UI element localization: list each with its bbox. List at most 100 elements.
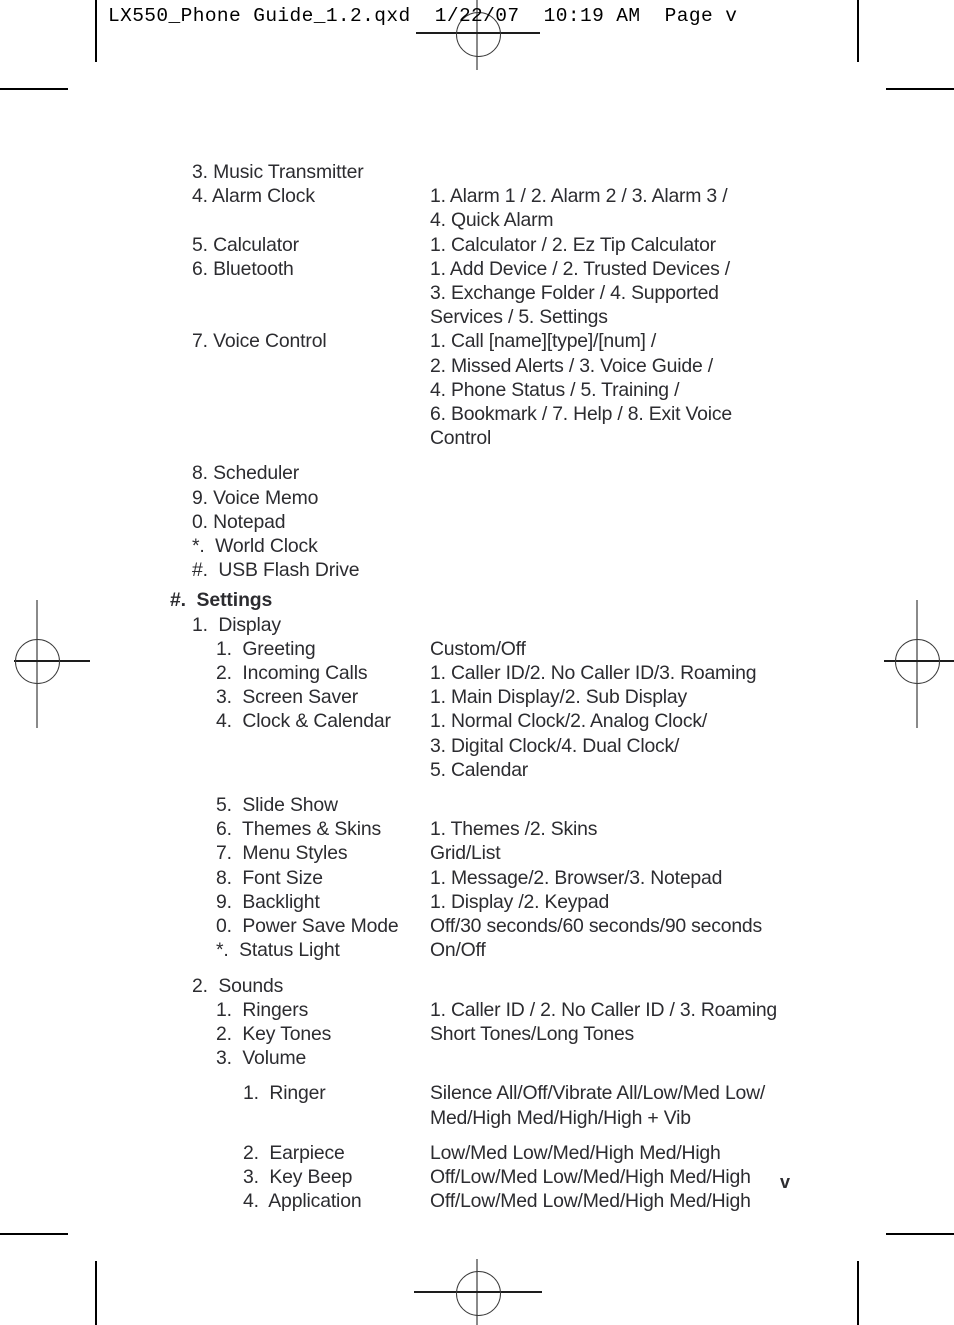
outline-row: 1. Ringers 1. Caller ID / 2. No Caller ID… [0,998,954,1022]
outline-row: 3. Exchange Folder / 4. Supported [0,281,954,305]
outline-row-label: 8. Font Size [216,866,323,889]
outline-row: Med/High Med/High/High + Vib [0,1106,954,1130]
outline-row-value: 4. Phone Status / 5. Training / [430,378,680,401]
outline-row-label [192,354,197,378]
outline-row-label: 3. Screen Saver [216,686,359,709]
outline-row-value: Med/High Med/High/High + Vib [430,1106,691,1129]
outline-row-value: On/Off [430,939,486,962]
outline-row-value: 4. Quick Alarm [430,209,554,232]
outline-row: 2. Earpiece Low/Med Low/Med/High Med/High [0,1141,954,1165]
outline-row: Control [0,426,954,450]
outline-row-value: 3. Digital Clock/4. Dual Clock/ [430,734,680,757]
outline-row: 4. Application Off/Low/Med Low/Med/High M… [0,1189,954,1213]
page-number: v [780,1172,791,1192]
outline-row-label: 9. Backlight [216,890,320,913]
outline-row-label: *. World Clock [192,535,318,558]
outline-row-value: Short Tones/Long Tones [430,1022,635,1045]
outline-row-label: #. Settings [170,589,273,612]
outline-row: 7. Voice Control 1. Call [name][type]/[nu… [0,329,954,353]
outline-row-label: 1. Ringers [216,998,309,1021]
outline-row-label: 5. Calculator [192,233,299,256]
outline-row: 6. Bluetooth 1. Add Device / 2. Trusted D… [0,257,954,281]
outline-row-label [192,426,197,450]
outline-row-label: *. Status Light [216,939,340,962]
outline-row-label: 6. Themes & Skins [216,818,382,841]
outline-row-value: 1. Display /2. Keypad [430,890,610,913]
outline-row: 3. Digital Clock/4. Dual Clock/ [0,734,954,758]
outline-row-value: 1. Caller ID/2. No Caller ID/3. Roaming [430,662,757,685]
outline-row: 1. Greeting Custom/Off [0,637,954,661]
outline-row-value: Low/Med Low/Med/High Med/High [430,1141,721,1164]
outline-row: 4. Alarm Clock 1. Alarm 1 / 2. Alarm 2 / … [0,184,954,208]
outline-row-value: Off/30 seconds/60 seconds/90 seconds [430,915,763,938]
outline-row-label: 0. Notepad [192,510,286,533]
outline-section-heading: #. Settings [0,588,954,612]
outline-row-value: 2. Missed Alerts / 3. Voice Guide / [430,354,713,377]
outline-row-label: 3. Volume [216,1047,307,1070]
outline-row-label: 6. Bluetooth [192,257,294,280]
outline-row: #. USB Flash Drive [0,558,954,582]
document-page: LX550_Phone Guide_1.2.qxd 1/22/07 10:19 … [0,0,954,1325]
outline-row: 3. Screen Saver 1. Main Display/2. Sub Di… [0,685,954,709]
outline-row: 2. Incoming Calls 1. Caller ID/2. No Call… [0,661,954,685]
outline-row-label: 8. Scheduler [192,462,300,485]
outline-row-value: 6. Bookmark / 7. Help / 8. Exit Voice [430,403,732,426]
outline-row-value: 1. Calculator / 2. Ez Tip Calculator [430,233,716,256]
outline-row-value: Custom/Off [430,637,526,660]
outline-row-value: 3. Exchange Folder / 4. Supported [430,282,719,305]
outline-row-value: 1. Main Display/2. Sub Display [430,686,687,709]
outline-row: 3. Music Transmitter [0,160,954,184]
crop-mark-bottom-right-horizontal [886,1233,954,1235]
outline-row-value: Services / 5. Settings [430,306,608,329]
outline-row-label: 3. Key Beep [243,1165,353,1188]
outline-row-value: 1. Caller ID / 2. No Caller ID / 3. Roam… [430,998,778,1021]
outline-row-value: 5. Calendar [430,758,529,781]
outline-row: 2. Missed Alerts / 3. Voice Guide / [0,354,954,378]
outline-row-label: 7. Menu Styles [216,842,348,865]
outline-row-label: 4. Clock & Calendar [216,710,391,733]
outline-row-label: 2. Earpiece [243,1141,345,1164]
outline-row-label [192,402,197,426]
outline-row-value: Off/Low/Med Low/Med/High Med/High [430,1165,751,1188]
outline-row-label [216,734,221,758]
outline-row: 1. Display [0,613,954,637]
outline-row-label: 5. Slide Show [216,794,338,817]
outline-row-value: 1. Message/2. Browser/3. Notepad [430,866,723,889]
outline-row-label [243,1106,248,1130]
outline-row-label: 4. Alarm Clock [192,185,315,208]
outline-row-value: Grid/List [430,842,501,865]
outline-row-label [192,281,197,305]
outline-row: 2. Sounds [0,974,954,998]
outline-row: 6. Bookmark / 7. Help / 8. Exit Voice [0,402,954,426]
outline-row-label: 2. Sounds [192,974,284,997]
outline-row-label [216,758,221,782]
crop-mark-bottom-left-horizontal [0,1233,68,1235]
crop-mark-top-right-horizontal [886,88,954,90]
outline-row: 5. Calculator 1. Calculator / 2. Ez Tip C… [0,233,954,257]
outline-row-label: 9. Voice Memo [192,486,319,509]
outline-row-label: #. USB Flash Drive [192,559,360,582]
outline-row-label: 0. Power Save Mode [216,915,399,938]
outline-row: *. World Clock [0,534,954,558]
outline-row: 8. Font Size 1. Message/2. Browser/3. Not… [0,866,954,890]
outline-row: 4. Quick Alarm [0,208,954,232]
outline-row: 4. Clock & Calendar 1. Normal Clock/2. An… [0,709,954,733]
outline-row-label: 2. Incoming Calls [216,662,368,685]
outline-row-label: 1. Ringer [243,1082,326,1105]
outline-row-label [192,305,197,329]
outline-row: 3. Volume [0,1046,954,1070]
outline-row-label: 3. Music Transmitter [192,161,364,183]
outline-row: 8. Scheduler [0,461,954,485]
outline-row-label: 7. Voice Control [192,330,327,353]
trim-line-top-right-vertical [857,0,859,62]
outline-row: 5. Calendar [0,758,954,782]
outline-row-label: 1. Greeting [216,637,316,660]
outline-row: 0. Notepad [0,510,954,534]
outline-row: 6. Themes & Skins 1. Themes /2. Skins [0,817,954,841]
outline-row: 9. Voice Memo [0,486,954,510]
